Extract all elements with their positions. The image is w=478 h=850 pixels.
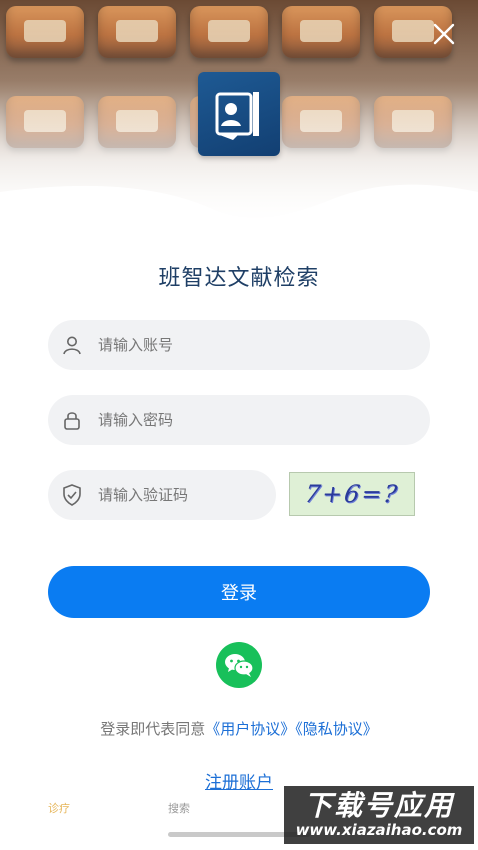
tab-zhenliao[interactable]: 诊疗 xyxy=(48,800,70,816)
app-logo xyxy=(198,72,280,156)
tab-search[interactable]: 搜索 xyxy=(168,800,190,816)
wechat-login-button[interactable] xyxy=(216,642,262,688)
captcha-image[interactable]: 7+6=? xyxy=(289,472,415,516)
account-field[interactable] xyxy=(48,320,430,370)
close-button[interactable] xyxy=(428,18,460,50)
user-icon xyxy=(62,334,82,356)
login-button[interactable]: 登录 xyxy=(48,566,430,618)
shield-icon xyxy=(62,484,82,506)
logo-icon xyxy=(215,92,259,140)
site-watermark: 下载号应用 www.xiazaihao.com xyxy=(284,786,474,844)
wechat-icon xyxy=(225,654,254,677)
app-title: 班智达文献检索 xyxy=(158,266,320,291)
captcha-text: 7+6=? xyxy=(303,480,401,508)
captcha-input[interactable] xyxy=(98,486,276,504)
password-field[interactable] xyxy=(48,395,430,445)
header-wave xyxy=(0,184,478,238)
user-agreement-link[interactable]: 《用户协议》 xyxy=(205,720,295,738)
close-icon xyxy=(433,23,455,45)
captcha-field[interactable] xyxy=(48,470,276,520)
privacy-policy-link[interactable]: 《隐私协议》 xyxy=(295,720,378,738)
agreement-prefix: 登录即代表同意 xyxy=(100,720,206,738)
agreement-text: 登录即代表同意《用户协议》《隐私协议》 xyxy=(0,718,478,739)
password-input[interactable] xyxy=(98,411,430,429)
lock-icon xyxy=(62,409,82,431)
watermark-url: www.xiazaihao.com xyxy=(295,821,463,839)
watermark-title: 下载号应用 xyxy=(303,789,454,822)
account-input[interactable] xyxy=(98,336,430,354)
